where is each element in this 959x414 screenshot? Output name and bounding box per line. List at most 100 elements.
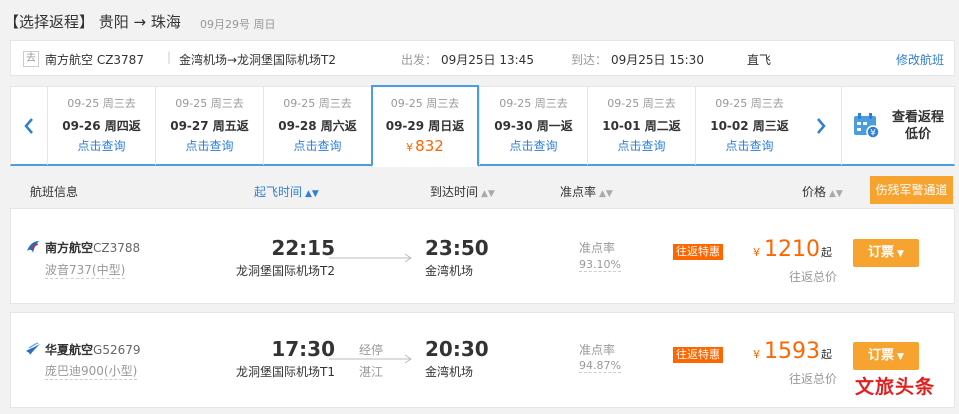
price-value: 832 bbox=[415, 137, 444, 155]
return-date: 10-02 周三返 bbox=[710, 119, 789, 133]
query-link[interactable]: 点击查询 bbox=[156, 137, 263, 154]
flight-arrow-icon bbox=[329, 253, 412, 263]
outbound-departure: 出发： 09月25日 13:45 bbox=[401, 51, 534, 68]
view-return-line2: 低价 bbox=[904, 127, 931, 142]
outbound-airline: 南方航空 CZ3787 bbox=[45, 53, 144, 67]
military-disabled-channel-button[interactable]: 伤残军警通道 bbox=[870, 176, 953, 204]
departure-airport: 龙洞堡国际机场T2 bbox=[236, 264, 335, 278]
outbound-date: 09-25 周三去 bbox=[607, 97, 676, 110]
airline-name: 华夏航空G52679 bbox=[45, 341, 141, 358]
sort-arrows-icon: ▲▼ bbox=[481, 189, 495, 199]
total-price-label: 往返总价 bbox=[789, 372, 838, 386]
outbound-date: 09-25 周三去 bbox=[390, 97, 460, 110]
column-label: 价格 bbox=[802, 185, 827, 199]
price: ¥1593起 bbox=[753, 339, 832, 364]
lowest-price: ¥832 bbox=[373, 137, 477, 155]
round-trip-deal-badge: 往返特惠 bbox=[673, 244, 723, 260]
sort-departure-time[interactable]: 起飞时间 ▲▼ bbox=[254, 183, 319, 200]
date-cell[interactable]: 09-25 周三去 09-27 周五返 点击查询 bbox=[155, 87, 263, 165]
ontime-label: 准点率 bbox=[579, 343, 616, 357]
prev-dates-button[interactable] bbox=[11, 87, 47, 165]
price-from: 起 bbox=[821, 246, 832, 259]
price-from: 起 bbox=[821, 348, 832, 361]
china-southern-logo-icon bbox=[27, 241, 39, 253]
arrival-time: 20:30 bbox=[425, 337, 489, 361]
price-value: 1210 bbox=[764, 237, 820, 262]
stopover-city: 湛江 bbox=[359, 365, 384, 379]
date-cell[interactable]: 09-25 周三去 09-28 周六返 点击查询 bbox=[263, 87, 371, 165]
return-date: 10-01 周二返 bbox=[602, 119, 681, 133]
total-price-label: 往返总价 bbox=[789, 270, 838, 284]
return-date: 09月29号 周日 bbox=[200, 18, 276, 31]
query-link[interactable]: 点击查询 bbox=[480, 137, 587, 154]
svg-text:¥: ¥ bbox=[870, 129, 876, 139]
date-cell[interactable]: 09-25 周三去 09-30 周一返 点击查询 bbox=[479, 87, 587, 165]
return-date: 09-26 周四返 bbox=[62, 119, 141, 133]
price: ¥1210起 bbox=[753, 237, 832, 262]
aircraft-type[interactable]: 庞巴迪900(小型) bbox=[45, 362, 138, 380]
sort-arrows-icon: ▲▼ bbox=[305, 189, 319, 199]
price-value: 1593 bbox=[764, 339, 820, 364]
round-trip-deal-badge: 往返特惠 bbox=[673, 347, 723, 363]
view-return-line1: 查看返程 bbox=[891, 110, 944, 125]
departure-airport: 龙洞堡国际机场T1 bbox=[236, 365, 335, 379]
flight-row: 南方航空CZ3788 波音737(中型) 22:15 龙洞堡国际机场T2 23:… bbox=[10, 208, 955, 304]
return-date: 09-30 周一返 bbox=[494, 119, 573, 133]
flight-list-header: 航班信息 起飞时间 ▲▼ 到达时间 ▲▼ 准点率 ▲▼ 价格 ▲▼ 伤残军警通道 bbox=[10, 174, 955, 206]
divider: | bbox=[167, 50, 172, 64]
arrival-time: 09月25日 15:30 bbox=[611, 53, 704, 67]
column-flight-info: 航班信息 bbox=[30, 185, 79, 199]
book-button[interactable]: 订票 ▼ bbox=[853, 239, 919, 267]
date-cell[interactable]: 09-25 周三去 10-02 周三返 点击查询 bbox=[695, 87, 803, 165]
date-cell-selected[interactable]: 09-25 周三去 09-29 周日返 ¥832 bbox=[371, 85, 479, 167]
outbound-arrival: 到达： 09月25日 15:30 bbox=[571, 51, 704, 68]
date-cell[interactable]: 09-25 周三去 09-26 周四返 点击查询 bbox=[47, 87, 155, 165]
page-header: 【选择返程】 贵阳 → 珠海 09月29号 周日 bbox=[0, 0, 959, 40]
arrival-time: 23:50 bbox=[425, 236, 489, 260]
column-label: 到达时间 bbox=[430, 185, 479, 199]
departure-time: 22:15 bbox=[271, 236, 335, 260]
book-label: 订票 bbox=[868, 348, 895, 363]
yen-sign: ¥ bbox=[406, 141, 414, 154]
sort-price[interactable]: 价格 ▲▼ bbox=[802, 183, 843, 200]
next-dates-button[interactable] bbox=[803, 87, 839, 165]
query-link[interactable]: 点击查询 bbox=[696, 137, 803, 154]
watermark: 文旅头条 bbox=[855, 376, 936, 398]
date-cell[interactable]: 09-25 周三去 10-01 周二返 点击查询 bbox=[587, 87, 695, 165]
outbound-date: 09-25 周三去 bbox=[715, 97, 784, 110]
china-express-logo-icon bbox=[26, 342, 40, 355]
sort-ontime-rate[interactable]: 准点率 ▲▼ bbox=[560, 183, 613, 200]
departure-time: 17:30 bbox=[271, 337, 335, 361]
outbound-tag: 去 bbox=[23, 51, 39, 67]
aircraft-type[interactable]: 波音737(中型) bbox=[45, 261, 126, 279]
query-link[interactable]: 点击查询 bbox=[48, 137, 155, 154]
yen-sign: ¥ bbox=[753, 246, 760, 259]
arrival-label: 到达： bbox=[571, 53, 608, 67]
caret-down-icon: ▼ bbox=[897, 249, 904, 259]
view-return-lowprice-button[interactable]: ¥ 查看返程 低价 bbox=[841, 87, 954, 165]
yen-sign: ¥ bbox=[753, 348, 760, 361]
departure-time: 09月25日 13:45 bbox=[441, 53, 534, 67]
book-button[interactable]: 订票 ▼ bbox=[853, 342, 919, 370]
airline-name: 南方航空CZ3788 bbox=[45, 239, 140, 256]
arrival-airport: 金湾机场 bbox=[425, 264, 474, 278]
flight-code: CZ3788 bbox=[93, 241, 141, 255]
outbound-date: 09-25 周三去 bbox=[175, 97, 244, 110]
outbound-date: 09-25 周三去 bbox=[67, 97, 136, 110]
query-link[interactable]: 点击查询 bbox=[264, 137, 371, 154]
ontime-value[interactable]: 94.87% bbox=[579, 359, 621, 373]
modify-flight-link[interactable]: 修改航班 bbox=[896, 51, 944, 68]
airline: 南方航空 bbox=[45, 241, 94, 255]
outbound-date: 09-25 周三去 bbox=[283, 97, 352, 110]
ontime-label: 准点率 bbox=[579, 241, 616, 255]
sort-arrows-icon: ▲▼ bbox=[829, 189, 843, 199]
sort-arrival-time[interactable]: 到达时间 ▲▼ bbox=[430, 183, 495, 200]
sort-arrows-icon: ▲▼ bbox=[599, 189, 613, 199]
ontime-value[interactable]: 93.10% bbox=[579, 258, 621, 272]
column-label: 起飞时间 bbox=[254, 185, 303, 199]
calendar-price-icon: ¥ bbox=[854, 113, 880, 139]
page-title: 【选择返程】 贵阳 → 珠海 bbox=[4, 13, 181, 31]
departure-label: 出发： bbox=[401, 53, 438, 67]
column-label: 准点率 bbox=[560, 185, 597, 199]
query-link[interactable]: 点击查询 bbox=[588, 137, 695, 154]
